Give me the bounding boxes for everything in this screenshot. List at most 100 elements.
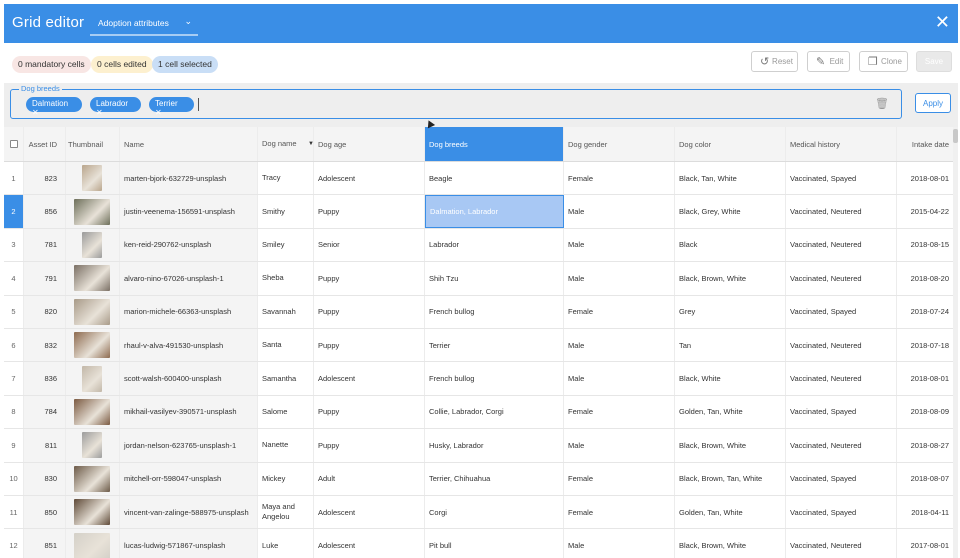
dog-name-cell[interactable]: Salome [258, 395, 314, 429]
dog-name-cell[interactable]: Sheba [258, 262, 314, 295]
row-number[interactable]: 11 [4, 496, 24, 529]
select-all-checkbox[interactable] [4, 127, 24, 161]
dog-breeds-filter-input[interactable]: Dog breeds Dalmation ✕ Labrador ✕ Terrie… [10, 84, 902, 119]
reset-button[interactable]: ↺ Reset [751, 51, 798, 72]
dog-name-cell[interactable]: Samantha [258, 362, 314, 395]
dog-color-cell[interactable]: Black, Grey, White [675, 195, 786, 228]
dog-age-cell[interactable]: Puppy [314, 329, 425, 362]
dog-breeds-cell[interactable]: Collie, Labrador, Corgi [425, 395, 564, 429]
table-row[interactable]: 5 820 marion-michele-66363-unsplash Savanna… [4, 295, 958, 329]
thumbnail-cell[interactable] [66, 262, 120, 295]
row-number[interactable]: 7 [4, 362, 24, 395]
intake-date-cell[interactable]: 2018-07-24 [897, 295, 958, 328]
table-row[interactable]: 11 850 vincent-van-zalinge-588975-unsplash… [4, 496, 958, 530]
dog-color-cell[interactable]: Black [675, 228, 786, 262]
dog-color-cell[interactable]: Tan [675, 329, 786, 362]
medical-history-cell[interactable]: Vaccinated, Spayed [786, 162, 897, 195]
medical-history-cell[interactable]: Vaccinated, Neutered [786, 329, 897, 362]
thumbnail-cell[interactable] [66, 295, 120, 328]
edit-button[interactable]: ✎ Edit [807, 51, 850, 72]
name-cell[interactable]: mitchell-orr-598047-unsplash [120, 462, 258, 495]
dog-age-cell[interactable]: Senior [314, 228, 425, 262]
col-header-asset-id[interactable]: Asset ID [24, 127, 66, 161]
intake-date-cell[interactable]: 2018-08-01 [897, 162, 958, 195]
medical-history-cell[interactable]: Vaccinated, Spayed [786, 295, 897, 328]
table-row[interactable]: 7 836 scott-walsh-600400-unsplash Samantha A… [4, 362, 958, 396]
dog-age-cell[interactable]: Puppy [314, 395, 425, 429]
dog-gender-cell[interactable]: Female [564, 496, 675, 529]
chip-dalmation[interactable]: Dalmation ✕ [26, 97, 82, 117]
row-number[interactable]: 12 [4, 529, 24, 558]
dog-name-cell[interactable]: Maya and Angelou [258, 496, 314, 529]
row-number[interactable]: 3 [4, 228, 24, 262]
intake-date-cell[interactable]: 2018-08-01 [897, 362, 958, 395]
medical-history-cell[interactable]: Vaccinated, Spayed [786, 462, 897, 495]
dog-breeds-cell[interactable]: Terrier, Chihuahua [425, 462, 564, 495]
trash-icon[interactable]: 🗑 [875, 97, 889, 110]
col-header-intake-date[interactable]: Intake date [897, 127, 958, 161]
row-number[interactable]: 5 [4, 295, 24, 328]
intake-date-cell[interactable]: 2018-07-18 [897, 329, 958, 362]
clone-button[interactable]: ❐ Clone [859, 51, 908, 72]
intake-date-cell[interactable]: 2015-04-22 [897, 195, 958, 228]
table-row[interactable]: 9 811 jordan-nelson-623765-unsplash-1 Nanet… [4, 429, 958, 463]
intake-date-cell[interactable]: 2018-08-27 [897, 429, 958, 462]
dog-color-cell[interactable]: Black, Brown, White [675, 262, 786, 295]
row-number[interactable]: 4 [4, 262, 24, 295]
row-number[interactable]: 6 [4, 329, 24, 362]
dog-color-cell[interactable]: Golden, Tan, White [675, 395, 786, 429]
name-cell[interactable]: marten-bjork-632729-unsplash [120, 162, 258, 195]
scrollbar-thumb[interactable] [953, 129, 958, 143]
col-header-thumbnail[interactable]: Thumbnail [66, 127, 120, 161]
name-cell[interactable]: mikhail-vasilyev-390571-unsplash [120, 395, 258, 429]
apply-button[interactable]: Apply [915, 93, 951, 113]
asset-id-cell[interactable]: 823 [24, 162, 66, 195]
name-cell[interactable]: justin-veenema-156591-unsplash [120, 195, 258, 228]
dog-gender-cell[interactable]: Female [564, 395, 675, 429]
medical-history-cell[interactable]: Vaccinated, Spayed [786, 496, 897, 529]
dog-gender-cell[interactable]: Male [564, 228, 675, 262]
col-header-name[interactable]: Name [120, 127, 258, 161]
medical-history-cell[interactable]: Vaccinated, Neutered [786, 362, 897, 395]
name-cell[interactable]: jordan-nelson-623765-unsplash-1 [120, 429, 258, 462]
asset-id-cell[interactable]: 850 [24, 496, 66, 529]
dog-gender-cell[interactable]: Female [564, 162, 675, 195]
medical-history-cell[interactable]: Vaccinated, Neutered [786, 529, 897, 558]
dog-breeds-cell[interactable]: Terrier [425, 329, 564, 362]
col-header-dog-age[interactable]: Dog age [314, 127, 425, 161]
table-row[interactable]: 2 856 justin-veenema-156591-unsplash Smithy… [4, 195, 958, 229]
dog-name-cell[interactable]: Nanette [258, 429, 314, 462]
dog-age-cell[interactable]: Puppy [314, 262, 425, 295]
table-row[interactable]: 8 784 mikhail-vasilyev-390571-unsplash Salo… [4, 395, 958, 430]
intake-date-cell[interactable]: 2018-08-15 [897, 228, 958, 262]
dog-age-cell[interactable]: Puppy [314, 429, 425, 462]
dog-color-cell[interactable]: Black, Brown, Tan, White [675, 462, 786, 495]
intake-date-cell[interactable]: 2018-08-20 [897, 262, 958, 295]
save-button[interactable]: Save [916, 51, 952, 72]
thumbnail-cell[interactable] [66, 395, 120, 429]
medical-history-cell[interactable]: Vaccinated, Neutered [786, 429, 897, 462]
thumbnail-cell[interactable] [66, 462, 120, 495]
asset-id-cell[interactable]: 830 [24, 462, 66, 495]
thumbnail-cell[interactable] [66, 496, 120, 529]
dog-color-cell[interactable]: Black, Brown, White [675, 429, 786, 462]
row-number[interactable]: 10 [4, 462, 24, 495]
name-cell[interactable]: vincent-van-zalinge-588975-unsplash [120, 496, 258, 529]
dog-age-cell[interactable]: Adolescent [314, 362, 425, 395]
name-cell[interactable]: lucas-ludwig-571867-unsplash [120, 529, 258, 558]
col-header-dog-gender[interactable]: Dog gender [564, 127, 675, 161]
dog-breeds-cell[interactable]: Labrador [425, 228, 564, 262]
asset-id-cell[interactable]: 851 [24, 529, 66, 558]
dog-breeds-cell[interactable]: Beagle [425, 162, 564, 195]
thumbnail-cell[interactable] [66, 429, 120, 462]
col-header-dog-breeds[interactable]: Dog breeds [425, 127, 564, 161]
dog-color-cell[interactable]: Golden, Tan, White [675, 496, 786, 529]
dog-breeds-cell[interactable]: Shih Tzu [425, 262, 564, 295]
dog-breeds-cell[interactable]: Husky, Labrador [425, 429, 564, 462]
dog-breeds-cell[interactable]: Corgi [425, 496, 564, 529]
dog-gender-cell[interactable]: Male [564, 262, 675, 295]
name-cell[interactable]: scott-walsh-600400-unsplash [120, 362, 258, 395]
dog-gender-cell[interactable]: Male [564, 529, 675, 558]
table-row[interactable]: 3 781 ken-reid-290762-unsplash Smiley Senior… [4, 228, 958, 263]
chip-labrador[interactable]: Labrador ✕ [90, 97, 141, 117]
